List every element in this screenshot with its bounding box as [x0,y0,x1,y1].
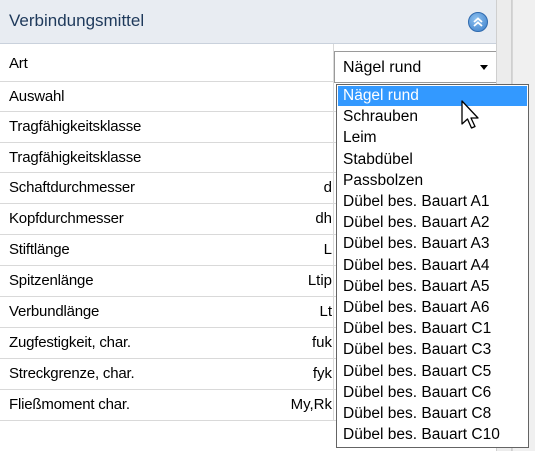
chevron-down-icon[interactable] [480,65,488,70]
mouse-cursor-icon [461,100,479,129]
dropdown-option[interactable]: Dübel bes. Bauart A2 [338,213,527,233]
art-dropdown-list[interactable]: Nägel rund Schrauben Leim Stabdübel Passbolz… [336,84,529,448]
collapse-icon[interactable] [468,12,488,32]
property-label: Tragfähigkeitsklasse [9,149,142,166]
dropdown-option[interactable]: Dübel bes. Bauart C5 [338,362,527,382]
dropdown-option[interactable]: Dübel bes. Bauart A5 [338,277,527,297]
dropdown-option[interactable]: Dübel bes. Bauart C3 [338,340,527,360]
dropdown-option[interactable]: Dübel bes. Bauart C8 [338,404,527,424]
property-symbol: My,Rk [290,396,332,413]
dropdown-option[interactable]: Passbolzen [338,171,527,191]
property-label: Zugfestigkeit, char. [9,334,131,351]
property-label: Verbundlänge [9,303,100,320]
property-symbol: fyk [312,365,332,382]
property-label: Fließmoment char. [9,396,130,413]
dropdown-option[interactable]: Dübel bes. Bauart C1 [338,319,527,339]
dropdown-option[interactable]: Dübel bes. Bauart A6 [338,298,527,318]
property-symbol: Ltip [307,272,332,289]
property-symbol: d [323,179,332,196]
property-label: Schaftdurchmesser [9,179,135,196]
dropdown-option[interactable]: Dübel bes. Bauart C6 [338,383,527,403]
dropdown-option[interactable]: Dübel bes. Bauart A4 [338,256,527,276]
property-symbol: Lt [319,303,332,320]
category-header[interactable]: Verbindungsmittel [0,0,512,44]
property-label: Kopfdurchmesser [9,210,124,227]
art-combobox[interactable]: Nägel rund [334,51,497,83]
property-symbol: fuk [311,334,332,351]
dropdown-option[interactable]: Dübel bes. Bauart A3 [338,234,527,254]
property-label: Stiftlänge [9,241,70,258]
dropdown-option[interactable]: Dübel bes. Bauart A1 [338,192,527,212]
property-label: Tragfähigkeitsklasse [9,118,142,135]
property-symbol: L [323,241,332,258]
dropdown-option[interactable]: Schrauben [338,107,527,127]
art-combobox-value: Nägel rund [343,59,422,76]
property-label: Art [9,55,28,72]
property-label: Auswahl [9,88,65,105]
dropdown-option[interactable]: Stabdübel [338,150,527,170]
dropdown-option[interactable]: Leim [338,128,527,148]
property-symbol: dh [315,210,332,227]
property-label: Streckgrenze, char. [9,365,135,382]
dropdown-option[interactable]: Dübel bes. Bauart C10 [338,425,527,445]
property-label: Spitzenlänge [9,272,94,289]
category-title: Verbindungsmittel [9,11,145,30]
dropdown-option[interactable]: Nägel rund [338,86,527,106]
